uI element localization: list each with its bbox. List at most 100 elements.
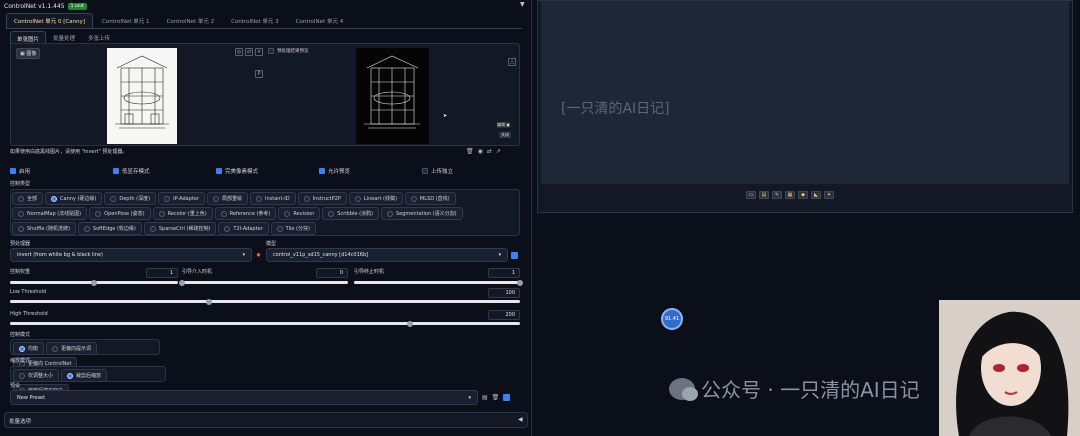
resize-mode-crop[interactable]: 裁剪后缩放 xyxy=(61,369,108,382)
control-type-segmentation[interactable]: Segmentation (语义分割) xyxy=(380,207,463,220)
chevron-down-icon: ▾ xyxy=(468,394,471,401)
swap-icon[interactable]: ⇄ xyxy=(245,48,253,56)
end-slider[interactable] xyxy=(354,279,523,286)
watermark: 公众号 · 一只清的AI日记 xyxy=(669,374,920,403)
control-type-scribble[interactable]: Scribble (涂鸦) xyxy=(322,207,379,220)
control-mode-group: 均衡 更偏向提示词 更偏向 ControlNet xyxy=(10,339,160,370)
sketch-drawing xyxy=(115,55,169,129)
control-type-revision[interactable]: Revision xyxy=(278,207,321,220)
tab-unit-1[interactable]: ControlNet 单元 1 xyxy=(94,13,158,28)
preview-close-icon[interactable]: △ xyxy=(508,48,516,67)
output-caption: [一只清的AI日记] xyxy=(561,101,670,117)
control-mode-prompt[interactable]: 更偏向提示词 xyxy=(46,342,98,355)
control-type-shuffle[interactable]: Shuffle (随机洗牌) xyxy=(12,222,76,235)
control-type-lineart[interactable]: Lineart (线稿) xyxy=(348,192,403,205)
control-type-options: 全部 Canny (硬边缘) Depth (深度) IP-Adapter 局部重… xyxy=(12,192,520,235)
control-type-mlsd[interactable]: MLSD (直线) xyxy=(404,192,456,205)
start-slider[interactable] xyxy=(179,279,348,286)
preprocessor-select[interactable]: invert (from white bg & black line) ▾ xyxy=(10,248,252,262)
enable-checkbox[interactable]: 启用 xyxy=(10,167,30,175)
send-icon[interactable]: ↗ xyxy=(496,148,501,155)
gallery-area: [一只清的AI日记] xyxy=(541,1,1069,184)
weight-slider-knob[interactable] xyxy=(91,279,97,286)
refresh-icon[interactable] xyxy=(511,252,518,259)
zip-icon[interactable]: ✎ xyxy=(772,191,782,199)
resize-mode-just-resize[interactable]: 仅调整大小 xyxy=(13,369,60,382)
avatar-portrait xyxy=(939,300,1080,436)
input-image[interactable] xyxy=(107,48,177,144)
run-preprocessor-icon[interactable]: ✸ xyxy=(256,252,261,259)
lowvram-checkbox[interactable]: 低显存模式 xyxy=(113,167,150,175)
upload-independent-checkbox[interactable]: 上传独立 xyxy=(422,167,453,175)
save-icon[interactable]: ▤ xyxy=(759,191,769,199)
tab-unit-3[interactable]: ControlNet 单元 3 xyxy=(223,13,287,28)
batch-options-accordion[interactable]: 批量选项 ◀ xyxy=(4,412,528,428)
control-type-depth[interactable]: Depth (深度) xyxy=(104,192,157,205)
send-inpaint-icon[interactable]: ◆ xyxy=(798,191,808,199)
high-threshold-knob[interactable] xyxy=(406,320,413,327)
control-type-sparsectrl[interactable]: SparseCtrl (稀疏控制) xyxy=(143,222,217,235)
control-type-all[interactable]: 全部 xyxy=(12,192,44,205)
swap-icon[interactable]: ⇄ xyxy=(487,148,492,155)
control-type-ip-adapter[interactable]: IP-Adapter xyxy=(158,192,206,205)
start-input[interactable]: 0 xyxy=(316,268,348,278)
control-type-tile[interactable]: Tile (分块) xyxy=(270,222,316,235)
control-type-reference[interactable]: Reference (参考) xyxy=(214,207,277,220)
controlnet-panel: ControlNet v1.1.445 1 unit ▼ ControlNet 单… xyxy=(0,0,532,436)
send-extras-icon[interactable]: ◣ xyxy=(811,191,821,199)
control-type-canny[interactable]: Canny (硬边缘) xyxy=(45,192,103,205)
camera-icon[interactable]: ◉ xyxy=(478,148,483,155)
expand-icon[interactable]: P xyxy=(255,60,263,79)
control-type-softedge[interactable]: SoftEdge (软边缘) xyxy=(77,222,142,235)
control-type-group: 全部 Canny (硬边缘) Depth (深度) IP-Adapter 局部重… xyxy=(10,189,520,236)
control-type-instant-id[interactable]: Instant-ID xyxy=(250,192,296,205)
image-actions: 🗑 ◉ ⇄ ↗ xyxy=(466,148,501,155)
preview-checkbox[interactable] xyxy=(268,48,274,54)
folder-icon[interactable]: ▭ xyxy=(746,191,756,199)
camera-icon[interactable]: ◎ xyxy=(235,48,243,56)
edit-button[interactable]: 编辑 ▣ xyxy=(497,122,511,128)
end-slider-knob[interactable] xyxy=(517,279,523,286)
close-preview-button[interactable]: 关闭 xyxy=(499,132,511,138)
trash-icon[interactable]: 🗑 xyxy=(466,148,474,155)
send-controlnet-icon[interactable]: ✦ xyxy=(824,191,834,199)
control-type-recolor[interactable]: Recolor (重上色) xyxy=(152,207,213,220)
control-type-normalmap[interactable]: NormalMap (法线贴图) xyxy=(12,207,88,220)
tab-unit-0[interactable]: ControlNet 单元 0 [Canny] xyxy=(6,13,94,28)
preset-select[interactable]: New Preset ▾ xyxy=(10,390,478,405)
high-threshold-input[interactable]: 200 xyxy=(488,310,520,320)
panel-title: ControlNet v1.1.445 xyxy=(4,3,65,10)
low-threshold-input[interactable]: 100 xyxy=(488,288,520,298)
output-column: [一只清的AI日记] ▭ ▤ ✎ ▦ ◆ ◣ ✦ 91.41 公众号 · 一只清… xyxy=(533,0,1080,436)
start-slider-knob[interactable] xyxy=(179,279,185,286)
tab-unit-4[interactable]: ControlNet 单元 4 xyxy=(288,13,352,28)
close-icon[interactable]: × xyxy=(255,48,263,56)
control-mode-balanced[interactable]: 均衡 xyxy=(13,342,45,355)
allow-preview-checkbox[interactable]: 允许预览 xyxy=(319,167,350,175)
low-threshold-knob[interactable] xyxy=(205,298,212,305)
control-type-instructp2p[interactable]: InstructP2P xyxy=(297,192,347,205)
send-img2img-icon[interactable]: ▦ xyxy=(785,191,795,199)
save-icon[interactable]: ▤ xyxy=(482,394,488,401)
floating-action-button[interactable]: 91.41 xyxy=(661,308,683,330)
resize-mode-group: 仅调整大小 裁剪后缩放 缩放后填充空白 xyxy=(10,366,166,397)
pixel-perfect-checkbox[interactable]: 完美像素模式 xyxy=(216,167,258,175)
tab-unit-2[interactable]: ControlNet 单元 2 xyxy=(159,13,223,28)
preset-label: 预设 xyxy=(10,383,21,389)
model-select[interactable]: control_v11p_sd15_canny [d14c016b] ▾ xyxy=(266,248,508,262)
panel-header[interactable]: ControlNet v1.1.445 1 unit xyxy=(4,3,87,10)
low-threshold-slider[interactable] xyxy=(10,298,520,305)
control-type-openpose[interactable]: OpenPose (姿态) xyxy=(89,207,151,220)
control-type-inpaint[interactable]: 局部重绘 xyxy=(207,192,249,205)
control-type-t2i-adapter[interactable]: T2I-Adapter xyxy=(218,222,269,235)
image-tools: ◎ ⇄ × xyxy=(235,48,263,56)
refresh-icon[interactable] xyxy=(503,394,511,401)
preview-result-toggle[interactable]: 预处理结果预览 xyxy=(268,48,309,54)
end-input[interactable]: 1 xyxy=(488,268,520,278)
image-panel: ▣ 图像 ◎ ⇄ × P 预处理结果预览 △ ➤ 编辑 ▣ 关闭 xyxy=(10,43,520,146)
collapse-icon[interactable]: ▼ xyxy=(520,1,525,8)
weight-input[interactable]: 1 xyxy=(146,268,178,278)
high-threshold-slider[interactable] xyxy=(10,320,520,327)
trash-icon[interactable]: 🗑 xyxy=(492,394,500,401)
weight-slider[interactable] xyxy=(10,279,178,286)
